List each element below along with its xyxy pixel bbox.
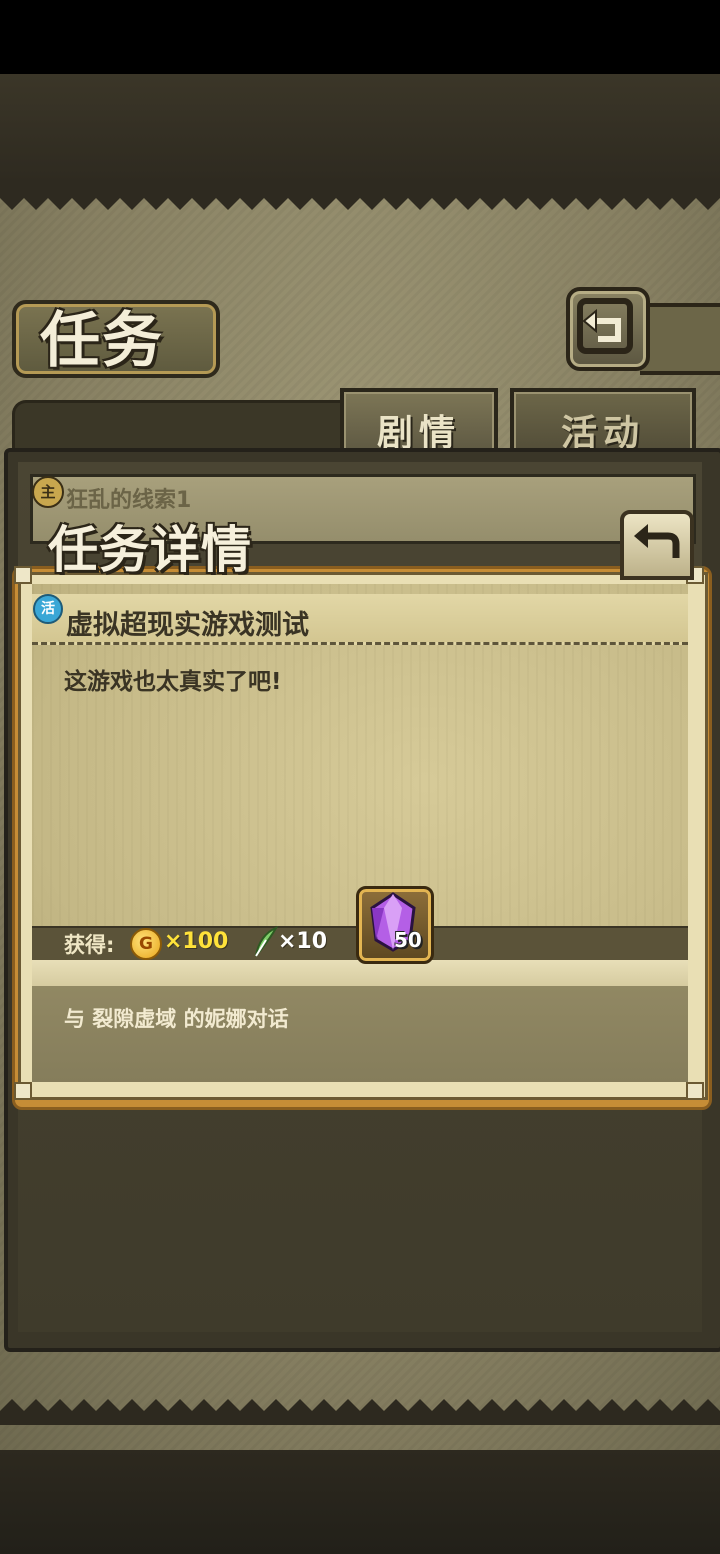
mission-description: 这游戏也太真实了吧! [64, 669, 282, 695]
zigzag-border-top [0, 184, 720, 210]
modal-close-button[interactable] [620, 510, 694, 580]
objective-area [32, 986, 688, 1082]
map-band-bottom [0, 1450, 720, 1554]
map-band-top [0, 74, 720, 184]
back-arrow-icon [577, 298, 633, 354]
frame-corner [686, 1082, 704, 1100]
coin-amount: ×100 [164, 929, 229, 954]
feather-amount: ×10 [278, 929, 328, 954]
back-button[interactable] [566, 287, 650, 371]
gem-count: 50 [394, 928, 422, 952]
page-title: 任务 [40, 306, 164, 376]
gold-coin-icon: G [130, 928, 162, 960]
quest-objective: 与 裂隙虚域 的妮娜对话 [64, 1007, 289, 1031]
event-badge-icon: 活 [33, 594, 63, 624]
frame-corner [14, 1082, 32, 1100]
feather-icon [255, 926, 279, 957]
back-button-rail [640, 303, 720, 375]
reward-label: 获得: [64, 933, 115, 957]
return-arrow-icon [634, 524, 680, 558]
zigzag-border-bottom [0, 1399, 720, 1425]
reward-bar-lower [32, 960, 688, 989]
mission-name: 虚拟超现实游戏测试 [66, 610, 309, 641]
frame-corner [14, 566, 32, 584]
main-quest-badge-icon: 主 [32, 476, 64, 508]
modal-title: 任务详情 [48, 521, 252, 579]
